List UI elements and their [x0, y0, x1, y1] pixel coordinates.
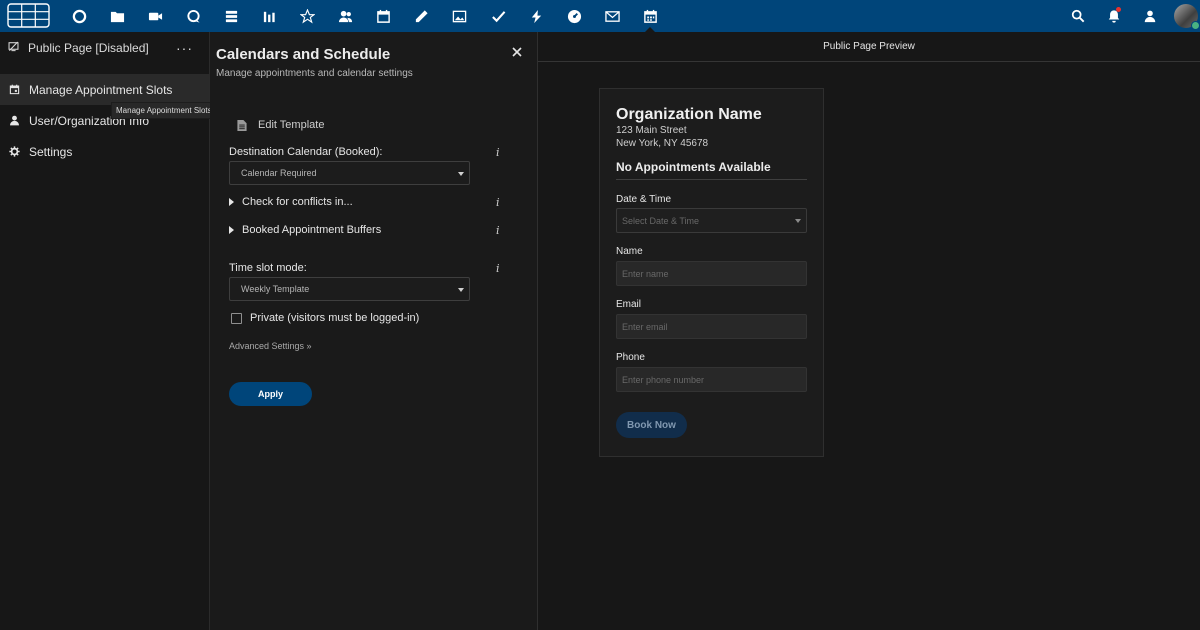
- name-label: Name: [616, 246, 643, 257]
- info-icon[interactable]: i: [496, 146, 500, 159]
- settings-panel: Calendars and Schedule Manage appointmen…: [210, 32, 538, 630]
- bar-chart-icon[interactable]: [250, 0, 288, 32]
- private-label: Private (visitors must be logged-in): [250, 312, 420, 324]
- input-placeholder: Enter phone number: [622, 374, 705, 385]
- more-options-icon[interactable]: ···: [176, 40, 193, 56]
- input-placeholder: Enter name: [622, 268, 669, 279]
- phone-input[interactable]: Enter phone number: [616, 367, 807, 392]
- public-page-preview: Public Page Preview Organization Name 12…: [538, 32, 1200, 630]
- folder-icon[interactable]: [98, 0, 136, 32]
- user-icon: [8, 115, 20, 127]
- edit-template-button[interactable]: Edit Template: [237, 119, 324, 131]
- check-icon[interactable]: [479, 0, 517, 32]
- document-icon: [237, 119, 247, 131]
- mail-icon[interactable]: [593, 0, 631, 32]
- public-page-disabled-icon: [8, 41, 19, 55]
- notification-dot: [1116, 7, 1121, 12]
- tooltip: Manage Appointment Slots: [111, 102, 217, 119]
- organization-name: Organization Name: [616, 106, 762, 123]
- sidebar-item-label: Manage Appointment Slots: [29, 82, 173, 97]
- date-time-label: Date & Time: [616, 194, 672, 205]
- info-icon[interactable]: i: [496, 262, 500, 275]
- public-page-toggle[interactable]: Public Page [Disabled] ···: [0, 32, 209, 63]
- select-value: Calendar Required: [241, 168, 317, 178]
- divider: [616, 179, 807, 180]
- book-now-button[interactable]: Book Now: [616, 412, 687, 438]
- contacts-menu-icon[interactable]: [1132, 0, 1168, 32]
- app-switcher: [60, 0, 670, 33]
- preview-heading-bar: Public Page Preview: [538, 32, 1200, 62]
- no-appointments-heading: No Appointments Available: [616, 160, 771, 174]
- public-page-label: Public Page [Disabled]: [28, 40, 149, 55]
- destination-calendar-label: Destination Calendar (Booked):: [229, 146, 383, 158]
- address-line-1: 123 Main Street: [616, 125, 687, 136]
- info-icon[interactable]: i: [496, 196, 500, 209]
- date-time-select[interactable]: Select Date & Time: [616, 208, 807, 233]
- booking-card: Organization Name 123 Main Street New Yo…: [599, 88, 824, 457]
- sidebar: Public Page [Disabled] ··· Manage Appoin…: [0, 32, 217, 630]
- user-avatar[interactable]: [1174, 4, 1200, 30]
- phone-label: Phone: [616, 352, 645, 363]
- video-icon[interactable]: [136, 0, 174, 32]
- select-value: Weekly Template: [241, 284, 310, 294]
- name-input[interactable]: Enter name: [616, 261, 807, 286]
- destination-calendar-select[interactable]: Calendar Required: [229, 161, 470, 185]
- caret-down-icon: [795, 219, 801, 223]
- time-slot-mode-select[interactable]: Weekly Template: [229, 277, 470, 301]
- dashboard-icon[interactable]: [555, 0, 593, 32]
- private-checkbox[interactable]: [231, 312, 242, 324]
- edit-template-label: Edit Template: [258, 119, 325, 131]
- image-icon[interactable]: [441, 0, 479, 32]
- online-status-icon: [1191, 21, 1200, 30]
- info-icon[interactable]: i: [496, 224, 500, 237]
- check-conflicts-expander[interactable]: Check for conflicts in...: [229, 196, 353, 208]
- circle-icon[interactable]: [60, 0, 98, 32]
- close-icon[interactable]: [511, 45, 523, 57]
- topbar-right-controls: [1060, 0, 1200, 32]
- calendar-icon[interactable]: [365, 0, 403, 32]
- bolt-icon[interactable]: [517, 0, 555, 32]
- time-slot-mode-label: Time slot mode:: [229, 262, 307, 274]
- preview-heading: Public Page Preview: [823, 41, 915, 52]
- contacts-icon[interactable]: [327, 0, 365, 32]
- appointment-buffers-expander[interactable]: Booked Appointment Buffers: [229, 224, 381, 236]
- panel-title: Calendars and Schedule: [216, 46, 391, 63]
- input-placeholder: Enter email: [622, 321, 668, 332]
- sidebar-item-settings[interactable]: Settings: [0, 136, 209, 167]
- panel-subtitle: Manage appointments and calendar setting…: [216, 68, 413, 79]
- chat-icon[interactable]: [174, 0, 212, 32]
- email-input[interactable]: Enter email: [616, 314, 807, 339]
- appointments-icon[interactable]: [631, 0, 669, 33]
- gear-icon: [8, 146, 20, 158]
- expander-label: Check for conflicts in...: [242, 196, 353, 208]
- expander-label: Booked Appointment Buffers: [242, 224, 382, 236]
- star-icon[interactable]: [289, 0, 327, 32]
- sidebar-item-label: Settings: [29, 144, 73, 159]
- calendar-icon: [8, 84, 20, 96]
- select-placeholder: Select Date & Time: [622, 215, 700, 226]
- advanced-settings-link[interactable]: Advanced Settings »: [229, 341, 312, 351]
- search-icon[interactable]: [1060, 0, 1096, 32]
- top-navigation-bar: [0, 0, 1200, 33]
- address-line-2: New York, NY 45678: [616, 138, 709, 149]
- bell-icon[interactable]: [1096, 0, 1132, 32]
- private-option[interactable]: Private (visitors must be logged-in): [231, 312, 419, 324]
- sidebar-item-manage-appointment-slots[interactable]: Manage Appointment Slots: [0, 74, 209, 105]
- caret-right-icon: [229, 198, 234, 206]
- pencil-icon[interactable]: [403, 0, 441, 32]
- caret-down-icon: [458, 288, 464, 292]
- caret-right-icon: [229, 226, 234, 234]
- stack-icon[interactable]: [212, 0, 250, 32]
- apply-button[interactable]: Apply: [229, 382, 312, 406]
- email-label: Email: [616, 299, 642, 310]
- app-logo-icon[interactable]: [7, 3, 50, 28]
- caret-down-icon: [458, 172, 464, 176]
